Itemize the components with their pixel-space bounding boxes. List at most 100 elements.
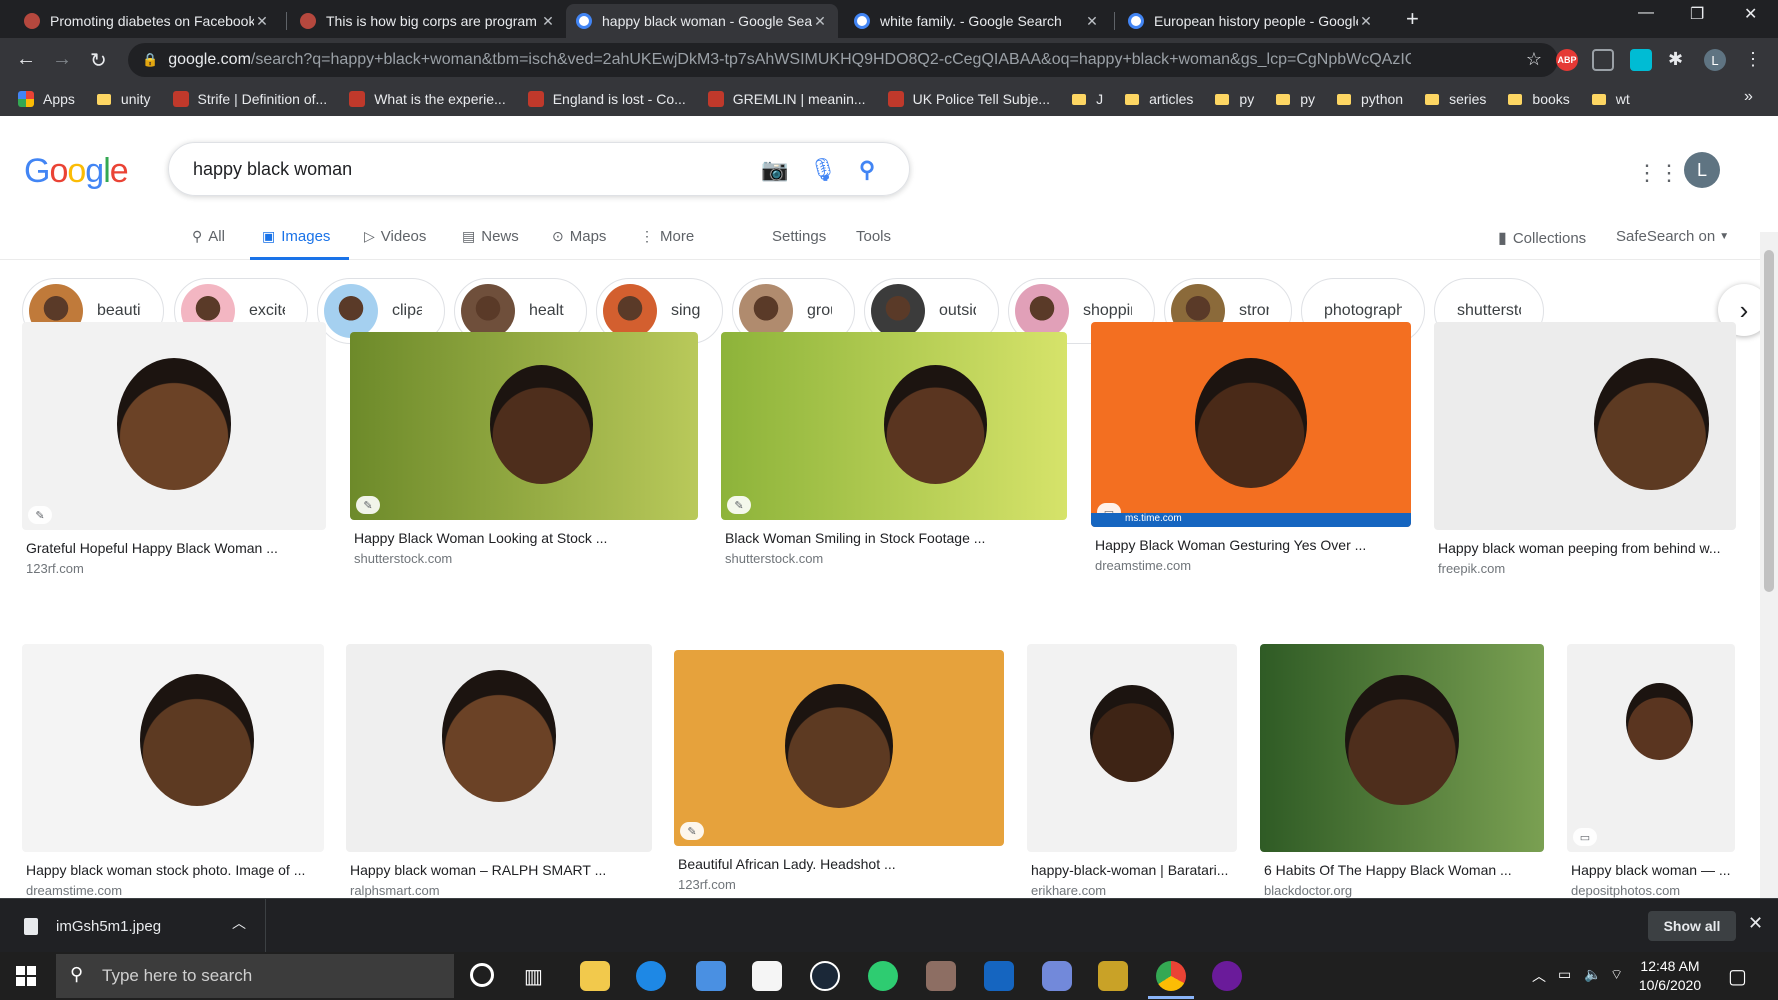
tab-close-icon[interactable]: ✕	[1358, 13, 1374, 30]
result-thumbnail[interactable]: ✎	[22, 322, 326, 530]
bookmark-item[interactable]: England is lost - Co...	[527, 91, 686, 107]
google-logo[interactable]: Google	[24, 152, 129, 191]
result-caption[interactable]: Happy Black Woman Looking at Stock ...	[354, 530, 698, 546]
image-result[interactable]: ▭ms.time.com Happy Black Woman Gesturing …	[1091, 322, 1411, 575]
reload-icon[interactable]: ↻	[90, 48, 107, 73]
chrome-icon[interactable]	[1156, 961, 1186, 991]
tools-link[interactable]: Tools	[856, 228, 891, 245]
result-thumbnail[interactable]	[1260, 644, 1544, 852]
result-caption[interactable]: Happy black woman – RALPH SMART ...	[350, 862, 652, 878]
forward-icon[interactable]: →	[52, 48, 72, 71]
notifications-icon[interactable]: ▢	[1728, 964, 1747, 989]
result-source[interactable]: freepik.com	[1438, 561, 1505, 576]
bookmark-star-icon[interactable]: ☆	[1526, 49, 1542, 70]
collections-link[interactable]: ▮ Collections	[1498, 228, 1586, 248]
extension-icon[interactable]	[1592, 49, 1614, 71]
extension-icon[interactable]	[1630, 49, 1652, 71]
download-item[interactable]: imGsh5m1.jpeg ︿	[0, 899, 266, 953]
tab-more[interactable]: ⋮ More	[640, 228, 694, 245]
bookmark-item[interactable]: series	[1425, 91, 1486, 107]
bookmark-item[interactable]: py	[1215, 91, 1254, 107]
result-source[interactable]: dreamstime.com	[26, 883, 122, 898]
adblock-extension-icon[interactable]: ABP	[1556, 49, 1578, 71]
result-source[interactable]: dreamstime.com	[1095, 558, 1191, 573]
tor-browser-icon[interactable]	[1212, 961, 1242, 991]
wifi-icon[interactable]: ⌔	[1610, 966, 1623, 984]
result-source[interactable]: shutterstock.com	[354, 551, 452, 566]
bookmark-item[interactable]: GREMLIN | meanin...	[707, 91, 866, 107]
result-caption[interactable]: Black Woman Smiling in Stock Footage ...	[725, 530, 1067, 546]
image-result[interactable]: ✎ Grateful Hopeful Happy Black Woman ... 1…	[22, 322, 326, 578]
image-result[interactable]: ✎ Happy Black Woman Looking at Stock ... s…	[350, 322, 698, 568]
tab-close-icon[interactable]: ✕	[540, 13, 556, 30]
result-thumbnail[interactable]: ✎	[674, 650, 1004, 846]
image-result[interactable]: Happy black woman peeping from behind w.…	[1434, 322, 1736, 578]
app-icon[interactable]	[984, 961, 1014, 991]
tab-close-icon[interactable]: ✕	[1084, 13, 1100, 30]
profile-avatar[interactable]: L	[1704, 49, 1726, 71]
page-scrollbar[interactable]	[1760, 232, 1778, 898]
edge-icon[interactable]	[636, 961, 666, 991]
tab-images[interactable]: ▣ Images	[262, 228, 330, 245]
result-source[interactable]: 123rf.com	[678, 877, 736, 892]
address-bar[interactable]: 🔒 google.com /search?q=happy+black+woman…	[128, 43, 1558, 77]
result-caption[interactable]: Grateful Hopeful Happy Black Woman ...	[26, 540, 326, 556]
taskbar-clock[interactable]: 12:48 AM 10/6/2020	[1630, 957, 1710, 995]
close-download-bar-icon[interactable]: ✕	[1748, 913, 1763, 934]
result-source[interactable]: 123rf.com	[26, 561, 84, 576]
app-icon[interactable]	[926, 961, 956, 991]
windows-start-icon[interactable]	[16, 966, 36, 986]
browser-tab[interactable]: white family. - Google Search ✕	[844, 4, 1110, 38]
taskbar-search-input[interactable]: ⚲ Type here to search	[56, 954, 454, 998]
mail-icon[interactable]	[696, 961, 726, 991]
battery-icon[interactable]: ▭	[1558, 966, 1571, 983]
search-input[interactable]: happy black woman 📷 🎙 ⚲	[168, 142, 910, 196]
bookmark-item[interactable]: books	[1508, 91, 1570, 107]
bookmark-item[interactable]: wt	[1591, 91, 1630, 107]
store-icon[interactable]	[752, 961, 782, 991]
result-thumbnail[interactable]: ▭	[1567, 644, 1735, 852]
result-caption[interactable]: Happy black woman peeping from behind w.…	[1438, 540, 1736, 556]
tab-all[interactable]: ⚲ All	[192, 228, 225, 245]
result-caption[interactable]: Happy black woman stock photo. Image of …	[26, 862, 324, 878]
bookmark-item[interactable]: J	[1072, 91, 1103, 107]
scrollbar-thumb[interactable]	[1764, 250, 1774, 592]
tab-maps[interactable]: ⊙ Maps	[552, 228, 606, 245]
camera-icon[interactable]: 📷	[761, 157, 788, 183]
new-tab-icon[interactable]: +	[1406, 6, 1419, 32]
app-icon[interactable]	[868, 961, 898, 991]
discord-icon[interactable]	[1042, 961, 1072, 991]
image-result[interactable]: ✎ Beautiful African Lady. Headshot ... 123…	[674, 644, 1004, 894]
image-result[interactable]: ▭ Happy black woman — ... depositphotos.co…	[1567, 644, 1735, 898]
result-thumbnail[interactable]: ✎	[721, 332, 1067, 520]
show-all-button[interactable]: Show all	[1648, 911, 1736, 941]
back-icon[interactable]: ←	[16, 48, 36, 71]
minimize-icon[interactable]: —	[1638, 4, 1654, 22]
browser-tab[interactable]: Promoting diabetes on Facebook ✕	[14, 4, 280, 38]
tab-close-icon[interactable]: ✕	[254, 13, 270, 30]
result-source[interactable]: blackdoctor.org	[1264, 883, 1352, 898]
task-view-icon[interactable]: ▥	[524, 964, 543, 989]
image-result[interactable]: happy-black-woman | Baratari... erikhare.…	[1027, 644, 1237, 898]
league-icon[interactable]	[1098, 961, 1128, 991]
extensions-puzzle-icon[interactable]: ✱	[1668, 49, 1690, 71]
restore-icon[interactable]: ❐	[1690, 4, 1704, 24]
menu-kebab-icon[interactable]: ⋮	[1744, 49, 1766, 71]
result-thumbnail[interactable]: ▭ms.time.com	[1091, 322, 1411, 527]
result-caption[interactable]: Happy black woman — ...	[1571, 862, 1735, 878]
result-caption[interactable]: Happy Black Woman Gesturing Yes Over ...	[1095, 537, 1411, 553]
volume-icon[interactable]: 🔈	[1584, 966, 1601, 983]
image-result[interactable]: ✎ Black Woman Smiling in Stock Footage ..…	[721, 322, 1067, 568]
result-thumbnail[interactable]: ✎	[350, 332, 698, 520]
file-explorer-icon[interactable]	[580, 961, 610, 991]
tab-videos[interactable]: ▷ Videos	[364, 228, 426, 245]
steam-icon[interactable]	[810, 961, 840, 991]
bookmark-item[interactable]: UK Police Tell Subje...	[887, 91, 1050, 107]
result-caption[interactable]: Beautiful African Lady. Headshot ...	[678, 856, 1004, 872]
result-source[interactable]: ralphsmart.com	[350, 883, 440, 898]
safesearch-dropdown[interactable]: SafeSearch on ▼	[1616, 228, 1729, 245]
browser-tab-active[interactable]: happy black woman - Google Sea ✕	[566, 4, 838, 38]
tab-close-icon[interactable]: ✕	[812, 13, 828, 30]
result-thumbnail[interactable]	[22, 644, 324, 852]
search-icon[interactable]: ⚲	[859, 157, 875, 183]
